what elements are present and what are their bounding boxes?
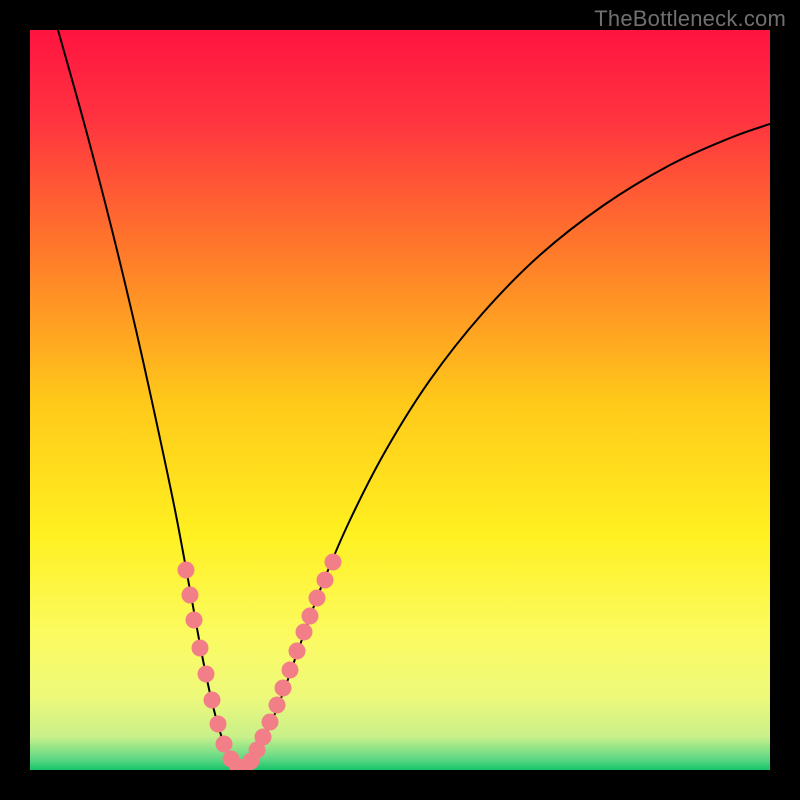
marker-dot xyxy=(255,729,272,746)
marker-dot xyxy=(317,572,334,589)
marker-dot xyxy=(309,590,326,607)
outer-frame: TheBottleneck.com xyxy=(0,0,800,800)
marker-dot xyxy=(296,624,313,641)
marker-dot xyxy=(275,680,292,697)
marker-dot xyxy=(289,643,306,660)
marker-dot xyxy=(216,736,233,753)
marker-dot xyxy=(182,587,199,604)
chart-plot-area xyxy=(30,30,770,770)
marker-dot xyxy=(210,716,227,733)
chart-svg xyxy=(30,30,770,770)
marker-dot xyxy=(178,562,195,579)
marker-dot xyxy=(302,608,319,625)
marker-dot xyxy=(192,640,209,657)
marker-dot xyxy=(269,697,286,714)
marker-dot xyxy=(325,554,342,571)
chart-background xyxy=(30,30,770,770)
marker-dot xyxy=(186,612,203,629)
marker-dot xyxy=(282,662,299,679)
watermark-text: TheBottleneck.com xyxy=(594,6,786,32)
marker-dot xyxy=(198,666,215,683)
marker-dot xyxy=(262,714,279,731)
marker-dot xyxy=(204,692,221,709)
